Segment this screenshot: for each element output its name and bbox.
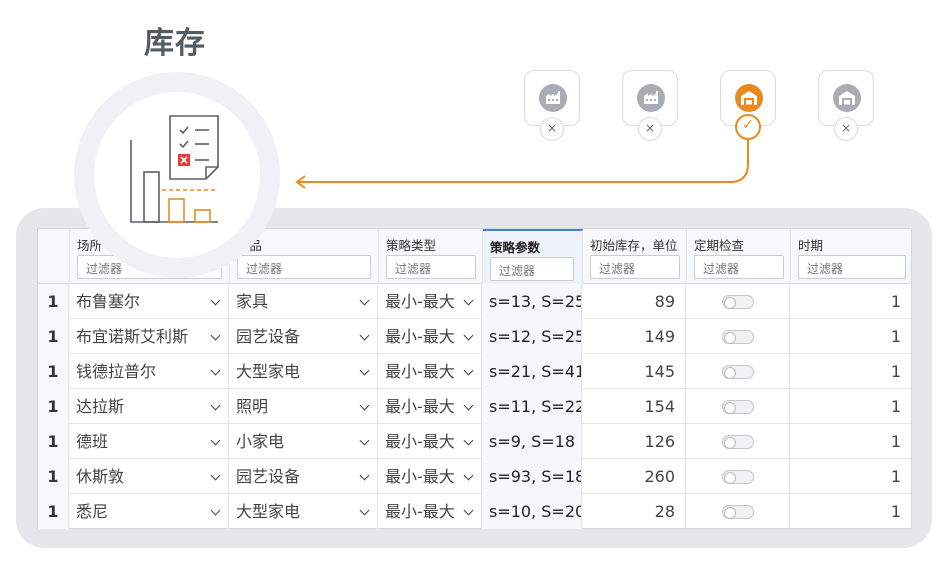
periodic-check-cell [686, 459, 790, 494]
chevron-down-icon [463, 400, 474, 411]
table-row[interactable]: 1 悉尼 大型家电 最小-最大 s=10, S=20 28 1 [38, 494, 911, 529]
chevron-down-icon [359, 400, 370, 411]
initial-stock-cell[interactable]: 145 [582, 354, 686, 389]
periodic-check-toggle[interactable] [722, 435, 754, 449]
policy-type-select[interactable]: 最小-最大 [378, 459, 482, 494]
policy-type-select[interactable]: 最小-最大 [378, 494, 482, 529]
chevron-down-icon [210, 400, 221, 411]
product-select[interactable]: 家具 [229, 284, 378, 319]
policy-params-cell[interactable]: s=10, S=20 [482, 494, 582, 529]
period-cell[interactable]: 1 [790, 319, 911, 354]
policy-params-cell[interactable]: s=9, S=18 [482, 424, 582, 459]
periodic-check-toggle[interactable] [722, 505, 754, 519]
period-cell[interactable]: 1 [790, 494, 911, 529]
initial-stock-cell[interactable]: 126 [582, 424, 686, 459]
periodic-check-toggle[interactable] [722, 365, 754, 379]
site-select[interactable]: 休斯敦 [69, 459, 229, 494]
chevron-down-icon [359, 295, 370, 306]
period-cell[interactable]: 1 [790, 459, 911, 494]
periodic-check-toggle[interactable] [722, 470, 754, 484]
site-select[interactable]: 德班 [69, 424, 229, 459]
policy-params-cell[interactable]: s=13, S=25 [482, 284, 582, 319]
policy-type-select[interactable]: 最小-最大 [378, 284, 482, 319]
column-periodic-check[interactable]: 定期检查 [687, 229, 791, 284]
chevron-down-icon [463, 295, 474, 306]
column-policy-params[interactable]: 策略参数 [483, 229, 583, 284]
table-row[interactable]: 1 布鲁塞尔 家具 最小-最大 s=13, S=25 89 1 [38, 284, 911, 319]
period-cell[interactable]: 1 [790, 354, 911, 389]
table-row[interactable]: 1 休斯敦 园艺设备 最小-最大 s=93, S=185 260 1 [38, 459, 911, 494]
chevron-down-icon [463, 435, 474, 446]
initial-stock-cell[interactable]: 260 [582, 459, 686, 494]
index-header [38, 229, 70, 284]
policy-type-select[interactable]: 最小-最大 [378, 319, 482, 354]
site-select[interactable]: 钱德拉普尔 [69, 354, 229, 389]
chevron-down-icon [359, 435, 370, 446]
product-select[interactable]: 大型家电 [229, 494, 378, 529]
initial-stock-cell[interactable]: 89 [582, 284, 686, 319]
chevron-down-icon [463, 330, 474, 341]
chevron-down-icon [210, 330, 221, 341]
chevron-down-icon [359, 505, 370, 516]
column-period[interactable]: 时期 [791, 229, 913, 284]
policy-params-cell[interactable]: s=21, S=41 [482, 354, 582, 389]
policy-type-filter-input[interactable] [386, 255, 476, 279]
policy-type-select[interactable]: 最小-最大 [378, 354, 482, 389]
chevron-down-icon [359, 470, 370, 481]
chevron-down-icon [359, 330, 370, 341]
product-select[interactable]: 小家电 [229, 424, 378, 459]
chevron-down-icon [210, 435, 221, 446]
column-initial-stock[interactable]: 初始库存，单位 [583, 229, 687, 284]
chevron-down-icon [463, 470, 474, 481]
inventory-report-icon [130, 115, 219, 223]
product-select[interactable]: 照明 [229, 389, 378, 424]
initial-stock-cell[interactable]: 154 [582, 389, 686, 424]
chevron-down-icon [463, 505, 474, 516]
chevron-down-icon [210, 365, 221, 376]
chevron-down-icon [463, 365, 474, 376]
periodic-check-cell [686, 284, 790, 319]
policy-params-cell[interactable]: s=93, S=185 [482, 459, 582, 494]
chevron-down-icon [210, 505, 221, 516]
periodic-check-filter-input[interactable] [694, 255, 784, 279]
product-select[interactable]: 大型家电 [229, 354, 378, 389]
periodic-check-cell [686, 389, 790, 424]
policy-params-filter-input[interactable] [490, 257, 574, 281]
policy-type-select[interactable]: 最小-最大 [378, 424, 482, 459]
period-cell[interactable]: 1 [790, 389, 911, 424]
site-select[interactable]: 布鲁塞尔 [69, 284, 229, 319]
site-select[interactable]: 布宜诺斯艾利斯 [69, 319, 229, 354]
policy-params-cell[interactable]: s=12, S=25 [482, 319, 582, 354]
product-select[interactable]: 园艺设备 [229, 319, 378, 354]
table-row[interactable]: 1 布宜诺斯艾利斯 园艺设备 最小-最大 s=12, S=25 149 1 [38, 319, 911, 354]
periodic-check-cell [686, 319, 790, 354]
period-cell[interactable]: 1 [790, 424, 911, 459]
periodic-check-cell [686, 494, 790, 529]
chevron-down-icon [210, 470, 221, 481]
initial-stock-cell[interactable]: 28 [582, 494, 686, 529]
policy-type-select[interactable]: 最小-最大 [378, 389, 482, 424]
site-select[interactable]: 达拉斯 [69, 389, 229, 424]
initial-stock-filter-input[interactable] [590, 255, 680, 279]
periodic-check-cell [686, 354, 790, 389]
periodic-check-toggle[interactable] [722, 400, 754, 414]
column-policy-type[interactable]: 策略类型 [379, 229, 483, 284]
periodic-check-cell [686, 424, 790, 459]
site-select[interactable]: 悉尼 [69, 494, 229, 529]
table-row[interactable]: 1 达拉斯 照明 最小-最大 s=11, S=22 154 1 [38, 389, 911, 424]
periodic-check-toggle[interactable] [722, 295, 754, 309]
product-select[interactable]: 园艺设备 [229, 459, 378, 494]
initial-stock-cell[interactable]: 149 [582, 319, 686, 354]
periodic-check-toggle[interactable] [722, 330, 754, 344]
product-filter-input[interactable] [237, 255, 371, 279]
chevron-down-icon [210, 295, 221, 306]
chevron-down-icon [359, 365, 370, 376]
table-row[interactable]: 1 钱德拉普尔 大型家电 最小-最大 s=21, S=41 145 1 [38, 354, 911, 389]
table-row[interactable]: 1 德班 小家电 最小-最大 s=9, S=18 126 1 [38, 424, 911, 459]
policy-params-cell[interactable]: s=11, S=22 [482, 389, 582, 424]
inventory-illustration [74, 72, 280, 278]
period-cell[interactable]: 1 [790, 284, 911, 319]
period-filter-input[interactable] [798, 255, 906, 279]
